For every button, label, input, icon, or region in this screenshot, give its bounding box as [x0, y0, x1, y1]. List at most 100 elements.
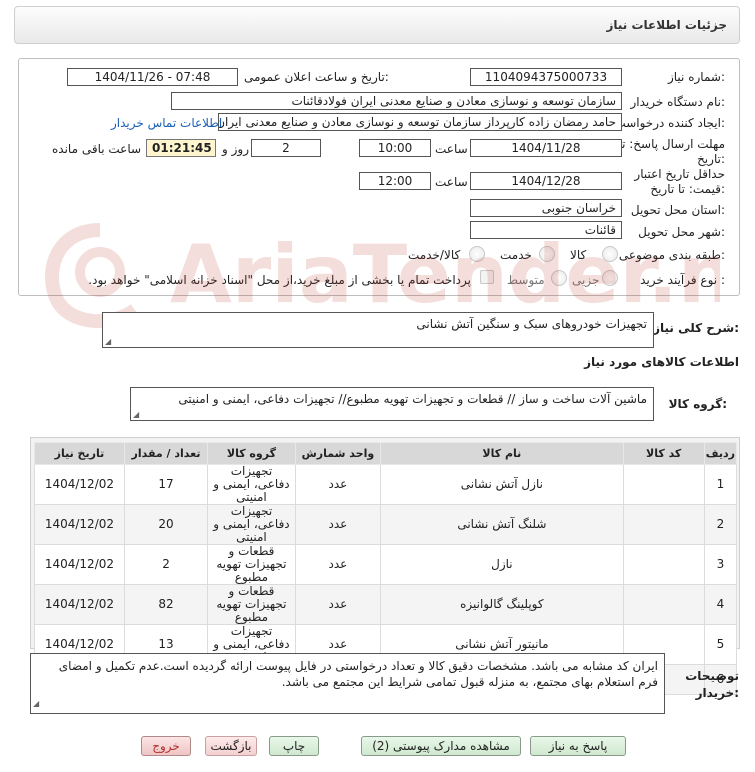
cell-need-date: 1404/12/02	[34, 584, 125, 625]
creator-field: حامد رمضان زاده کارپرداز سازمان توسعه و …	[218, 113, 622, 131]
cell-quantity: 82	[123, 584, 209, 625]
cell-goods-group: تجهیزات دفاعی، ایمنی و امنیتی	[207, 504, 296, 545]
view-attachments-button[interactable]: مشاهده مدارک پیوستی (2)	[361, 736, 521, 756]
validity-time-label: ساعت	[435, 175, 468, 189]
process-radio-minor[interactable]	[602, 270, 618, 286]
cell-row-number: 2	[703, 504, 738, 545]
summary-label: شرح کلی نیاز:	[653, 321, 739, 335]
payment-note: پرداخت تمام یا بخشی از مبلغ خرید،از محل …	[88, 273, 471, 287]
table-row: 3 نازل عدد قطعات و تجهیزات تهویه مطبوع 2 1404…	[34, 544, 738, 585]
goods-group-label: گروه کالا:	[668, 397, 727, 411]
deadline-time-label: ساعت	[435, 142, 468, 156]
page-header: جزئیات اطلاعات نیاز	[14, 6, 740, 44]
resize-grip-icon: ◢	[33, 699, 40, 708]
remaining-time-label: ساعت باقی مانده	[52, 142, 142, 156]
buyer-notes-label: توضیحات	[685, 669, 739, 683]
summary-text: تجهیزات خودروهای سبک و سنگین آتش نشانی	[416, 317, 647, 331]
cell-quantity: 20	[123, 504, 209, 545]
cell-item-name: کوپلینگ گالوانیزه	[380, 584, 624, 625]
category-radio-service[interactable]	[539, 246, 555, 262]
creator-label: ایجاد کننده درخواست:	[614, 116, 725, 130]
category-option-service: خدمت	[500, 248, 532, 262]
page-title: جزئیات اطلاعات نیاز	[606, 18, 727, 32]
province-label: استان محل تحویل:	[630, 203, 725, 217]
cell-quantity: 2	[123, 544, 209, 585]
buyer-org-field: سازمان توسعه و نوسازی معادن و صنایع معدن…	[171, 92, 622, 110]
cell-need-date: 1404/12/02	[34, 504, 125, 545]
goods-group-text: ماشین آلات ساخت و ساز // قطعات و تجهیزات…	[178, 392, 647, 406]
city-label: شهر محل تحویل:	[638, 225, 725, 239]
col-header-quantity: تعداد / مقدار	[123, 442, 209, 465]
cell-row-number: 3	[703, 544, 738, 585]
process-radio-medium[interactable]	[551, 270, 567, 286]
category-option-goods: کالا	[570, 248, 587, 262]
resize-grip-icon: ◢	[133, 410, 140, 419]
need-number-label: شماره نیاز:	[667, 70, 725, 84]
validity-time-field: 12:00	[359, 172, 431, 190]
cell-unit: عدد	[294, 584, 382, 625]
items-table-container: ردیف کد کالا نام کالا واحد شمارش گروه کا…	[30, 437, 740, 695]
cell-item-name: نازل	[380, 544, 624, 585]
validity-date-field: 1404/12/28	[470, 172, 622, 190]
process-option-minor: جزیی	[572, 273, 600, 287]
table-row: 1 نازل آتش نشانی عدد تجهیزات دفاعی، ایمنی و…	[34, 464, 738, 505]
cell-need-date: 1404/12/02	[34, 544, 125, 585]
table-header-row: ردیف کد کالا نام کالا واحد شمارش گروه کا…	[34, 442, 738, 465]
resize-grip-icon: ◢	[105, 337, 112, 346]
cell-item-name: نازل آتش نشانی	[380, 464, 624, 505]
cell-item-code	[622, 504, 705, 545]
category-option-goods-service: کالا/خدمت	[408, 248, 461, 262]
process-option-medium: متوسط	[507, 273, 545, 287]
province-field: خراسان جنوبی	[470, 199, 622, 217]
summary-field: تجهیزات خودروهای سبک و سنگین آتش نشانی ◢	[102, 312, 654, 348]
exit-button[interactable]: خروج	[141, 736, 191, 756]
cell-unit: عدد	[294, 504, 382, 545]
cell-goods-group: قطعات و تجهیزات تهویه مطبوع	[207, 544, 296, 585]
col-header-item-code: کد کالا	[622, 442, 705, 465]
goods-section-title: اطلاعات کالاهای مورد نیاز	[584, 355, 739, 369]
validity-label: حداقل تاریخ اعتبار	[634, 167, 725, 181]
cell-goods-group: تجهیزات دفاعی، ایمنی و امنیتی	[207, 464, 296, 505]
category-label: طبقه بندی موضوعی:	[618, 248, 725, 262]
table-row: 4 کوپلینگ گالوانیزه عدد قطعات و تجهیزات تهو…	[34, 584, 738, 625]
validity-label-date: قیمت: تا تاریخ:	[650, 182, 725, 196]
deadline-date-field: 1404/11/28	[470, 139, 622, 157]
buyer-org-label: نام دستگاه خریدار:	[630, 95, 726, 109]
cell-row-number: 4	[703, 584, 738, 625]
col-header-row-number: ردیف	[703, 442, 738, 465]
days-label: روز و	[222, 142, 249, 156]
cell-quantity: 17	[123, 464, 209, 505]
category-radio-goods-service[interactable]	[469, 246, 485, 262]
deadline-time-field: 10:00	[359, 139, 431, 157]
col-header-item-name: نام کالا	[380, 442, 624, 465]
table-row: 2 شلنگ آتش نشانی عدد تجهیزات دفاعی، ایمنی و…	[34, 504, 738, 545]
announce-datetime-field: 1404/11/26 - 07:48	[67, 68, 238, 86]
reply-button[interactable]: پاسخ به نیاز	[530, 736, 626, 756]
deadline-label-date: تاریخ:	[697, 152, 725, 166]
days-remaining-field: 2	[251, 139, 321, 157]
cell-item-code	[622, 544, 705, 585]
cell-item-name: شلنگ آتش نشانی	[380, 504, 624, 545]
cell-item-code	[622, 584, 705, 625]
print-button[interactable]: چاپ	[269, 736, 319, 756]
col-header-need-date: تاریخ نیاز	[34, 442, 125, 465]
cell-row-number: 5	[703, 624, 738, 665]
goods-group-field: ماشین آلات ساخت و ساز // قطعات و تجهیزات…	[130, 387, 654, 421]
buyer-contact-link[interactable]: اطلاعات تماس خریدار	[111, 116, 222, 130]
col-header-unit: واحد شمارش	[294, 442, 382, 465]
treasury-payment-checkbox[interactable]	[480, 270, 494, 284]
cell-row-number: 1	[703, 464, 738, 505]
remaining-time-field: 01:21:45	[146, 139, 216, 157]
announce-label: تاریخ و ساعت اعلان عمومی:	[244, 70, 389, 84]
cell-need-date: 1404/12/02	[34, 464, 125, 505]
buyer-notes-label-2: خریدار:	[695, 686, 739, 700]
category-radio-goods[interactable]	[602, 246, 618, 262]
cell-unit: عدد	[294, 464, 382, 505]
need-number-field: 1104094375000733	[470, 68, 622, 86]
city-field: قائنات	[470, 221, 622, 239]
col-header-goods-group: گروه کالا	[207, 442, 296, 465]
cell-goods-group: قطعات و تجهیزات تهویه مطبوع	[207, 584, 296, 625]
back-button[interactable]: بازگشت	[205, 736, 257, 756]
cell-item-code	[622, 464, 705, 505]
deadline-label: مهلت ارسال پاسخ: تا	[618, 137, 725, 151]
